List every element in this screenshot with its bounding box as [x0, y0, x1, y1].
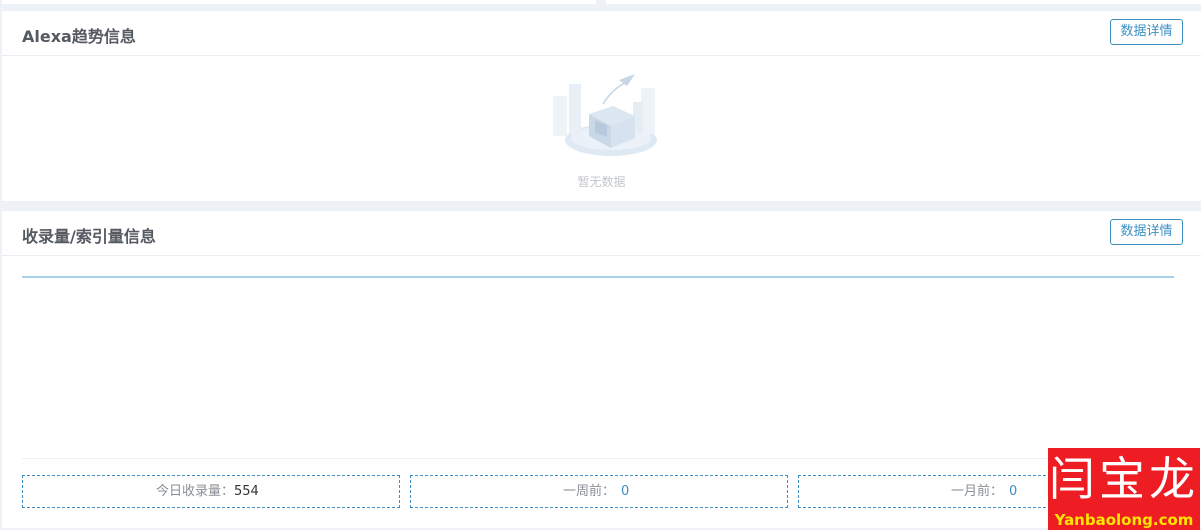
chart-divider	[22, 458, 1174, 459]
watermark-cn-text: 闫宝龙	[1049, 452, 1199, 506]
alexa-trend-panel: Alexa趋势信息 数据详情 暂无数据	[2, 11, 1201, 201]
index-panel-header: 收录量/索引量信息 数据详情	[2, 211, 1201, 256]
alexa-data-detail-button[interactable]: 数据详情	[1110, 19, 1183, 45]
stat-value: 0	[621, 484, 630, 499]
index-panel-title: 收录量/索引量信息	[22, 227, 156, 246]
index-data-detail-button[interactable]: 数据详情	[1110, 219, 1183, 245]
alexa-panel-header: Alexa趋势信息 数据详情	[2, 11, 1201, 56]
stat-week-ago: 一周前： 0	[410, 475, 788, 508]
stat-value: 554	[234, 484, 259, 499]
stat-label: 今日收录量：	[156, 484, 235, 499]
index-chart-series-line	[22, 276, 1174, 278]
stat-label: 一周前：	[563, 484, 616, 499]
previous-panel-edge	[0, 0, 1201, 4]
page: Alexa趋势信息 数据详情 暂无数据 收录量/索引量信息 数据详情 今日收录量…	[0, 0, 1201, 530]
stat-label: 一月前：	[951, 484, 1004, 499]
stat-today-indexed: 今日收录量：554	[22, 475, 400, 508]
watermark-logo: 闫宝龙 Yanbaolong.com	[1048, 448, 1200, 530]
stat-value: 0	[1009, 484, 1018, 499]
alexa-panel-title: Alexa趋势信息	[22, 27, 136, 46]
empty-state-text: 暂无数据	[577, 175, 626, 189]
alexa-empty-state: 暂无数据	[2, 56, 1201, 206]
empty-data-illustration-icon	[553, 74, 657, 156]
watermark-url-text: Yanbaolong.com	[1054, 511, 1194, 529]
